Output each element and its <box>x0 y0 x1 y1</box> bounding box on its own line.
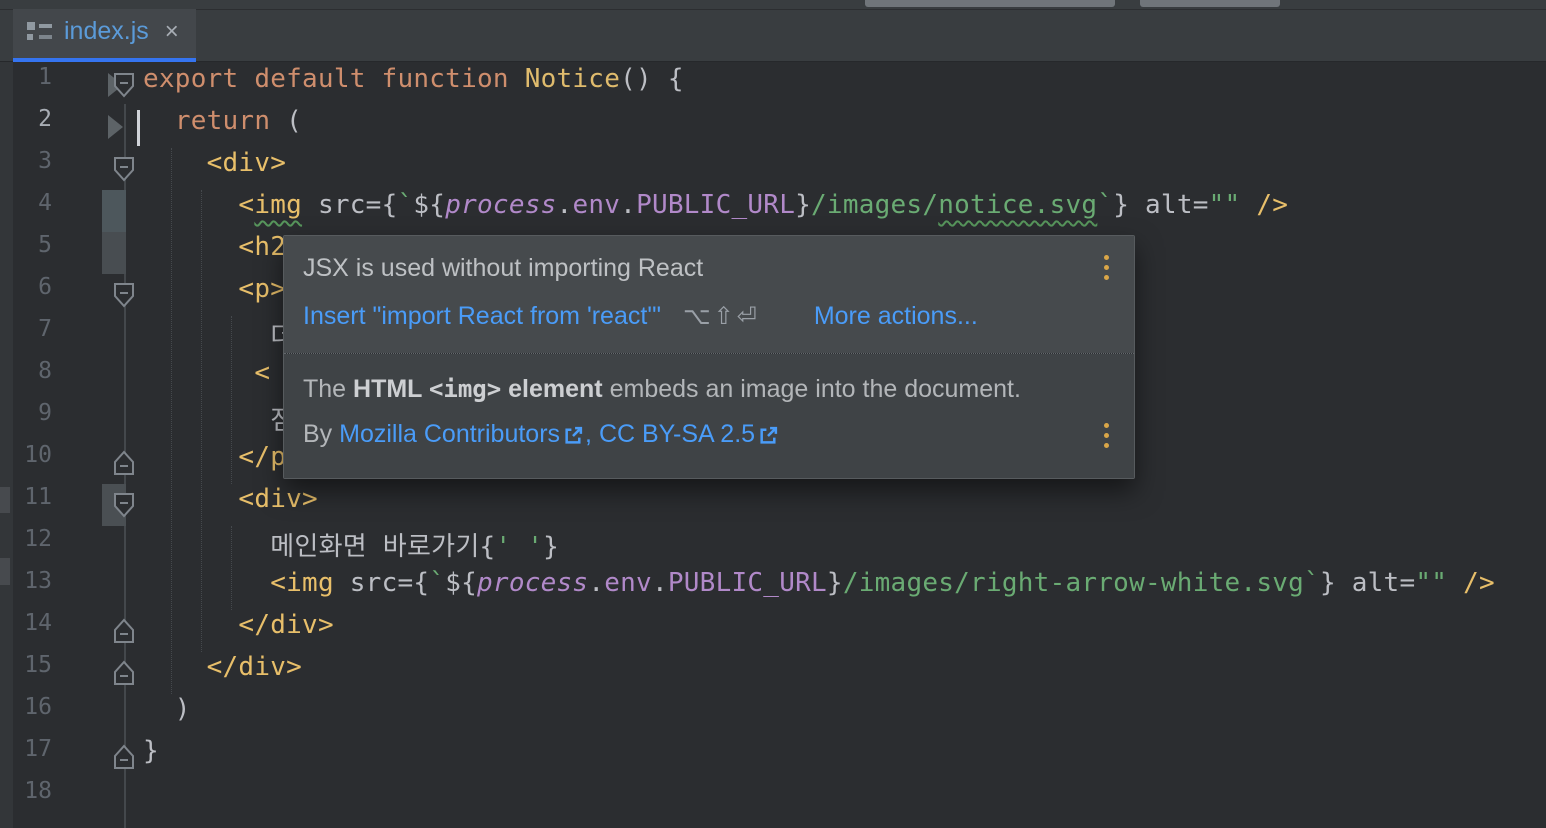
code-text[interactable]: 더 <box>143 316 294 358</box>
fold-start-icon[interactable] <box>111 281 137 309</box>
code-text[interactable]: </p <box>143 442 286 484</box>
fold-end-icon[interactable] <box>111 659 137 687</box>
ide-window: index.js × 1 export default function Noti… <box>0 0 1546 828</box>
code-line[interactable]: 4 <img src={`${process.env.PUBLIC_URL}/i… <box>0 190 1546 232</box>
code-line[interactable]: 17} <box>0 736 1546 778</box>
fold-start-icon[interactable] <box>111 71 137 99</box>
inspection-title: JSX is used without importing React <box>303 254 1114 283</box>
code-text[interactable]: return ( <box>143 106 302 148</box>
mozilla-contributors-link[interactable]: Mozilla Contributors <box>339 420 560 449</box>
js-file-icon <box>27 21 52 43</box>
quick-fix-link[interactable]: Insert "import React from 'react'" <box>303 302 661 331</box>
line-number[interactable]: 1 <box>0 64 52 106</box>
line-number[interactable]: 11 <box>0 484 52 526</box>
code-text[interactable]: <div> <box>143 148 286 190</box>
code-line[interactable]: 12 메인화면 바로가기{' '} <box>0 526 1546 568</box>
fold-end-icon[interactable] <box>111 743 137 771</box>
code-text[interactable]: </div> <box>143 610 334 652</box>
more-actions-link[interactable]: More actions... <box>814 302 978 331</box>
window-top-hairline <box>0 9 1546 10</box>
line-number[interactable]: 15 <box>0 652 52 694</box>
line-number[interactable]: 14 <box>0 610 52 652</box>
tab-index-js[interactable]: index.js × <box>13 9 196 62</box>
line-number[interactable]: 16 <box>0 694 52 736</box>
line-number[interactable]: 2 <box>0 106 52 148</box>
code-text[interactable]: export default function Notice() { <box>143 64 684 106</box>
code-text[interactable]: } <box>143 736 159 778</box>
code-text[interactable]: 메인화면 바로가기{' '} <box>143 526 559 568</box>
line-number[interactable]: 4 <box>0 190 52 232</box>
line-number[interactable]: 5 <box>0 232 52 274</box>
code-line[interactable]: 13 <img src={`${process.env.PUBLIC_URL}/… <box>0 568 1546 610</box>
tab-label: index.js <box>64 17 149 46</box>
code-line[interactable]: 11 <div> <box>0 484 1546 526</box>
inspection-doc-popup: JSX is used without importing React Inse… <box>283 235 1135 479</box>
code-text[interactable]: < <box>143 358 270 400</box>
doc-description: The HTML <img> element embeds an image i… <box>303 375 1114 404</box>
shortcut-hint: ⌥⇧⏎ <box>683 302 760 331</box>
fold-end-icon[interactable] <box>111 449 137 477</box>
tab-close-icon[interactable]: × <box>165 20 179 44</box>
cutoff-dialog-fragment <box>865 0 1115 7</box>
line-number[interactable]: 8 <box>0 358 52 400</box>
line-number[interactable]: 12 <box>0 526 52 568</box>
inspection-section: JSX is used without importing React Inse… <box>284 236 1134 353</box>
line-number[interactable]: 18 <box>0 778 52 820</box>
code-text[interactable]: ) <box>143 694 191 736</box>
code-text[interactable]: <div> <box>143 484 318 526</box>
fold-end-icon[interactable] <box>111 617 137 645</box>
line-number[interactable]: 10 <box>0 442 52 484</box>
line-number[interactable]: 9 <box>0 400 52 442</box>
line-number[interactable]: 13 <box>0 568 52 610</box>
external-link-icon[interactable] <box>758 425 779 446</box>
line-number[interactable]: 7 <box>0 316 52 358</box>
code-text[interactable]: </div> <box>143 652 302 694</box>
fold-start-icon[interactable] <box>111 155 137 183</box>
line-number[interactable]: 3 <box>0 148 52 190</box>
code-line[interactable]: 14 </div> <box>0 610 1546 652</box>
license-link[interactable]: CC BY-SA 2.5 <box>599 420 755 449</box>
kebab-menu-icon[interactable] <box>1101 420 1112 451</box>
gutter-arrow-icon <box>108 115 123 139</box>
code-line[interactable]: 18 <box>0 778 1546 820</box>
code-text[interactable]: <h2 <box>143 232 286 274</box>
attribution-prefix: By <box>303 420 339 449</box>
external-link-icon[interactable] <box>563 425 584 446</box>
code-line[interactable]: 15 </div> <box>0 652 1546 694</box>
code-text[interactable]: <img src={`${process.env.PUBLIC_URL}/ima… <box>143 190 1288 232</box>
attribution-separator: , <box>585 420 599 449</box>
line-number[interactable]: 6 <box>0 274 52 316</box>
code-text[interactable]: <img src={`${process.env.PUBLIC_URL}/ima… <box>143 568 1495 610</box>
code-line[interactable]: 2 return ( <box>0 106 1546 148</box>
editor-tab-bar: index.js × <box>0 0 1546 62</box>
cutoff-dialog-fragment <box>1140 0 1280 7</box>
code-text[interactable]: 점 <box>143 400 294 442</box>
documentation-section: The HTML <img> element embeds an image i… <box>284 354 1134 479</box>
line-number[interactable]: 17 <box>0 736 52 778</box>
code-line[interactable]: 1 export default function Notice() { <box>0 64 1546 106</box>
code-line[interactable]: 3 <div> <box>0 148 1546 190</box>
code-text[interactable]: <p> <box>143 274 286 316</box>
kebab-menu-icon[interactable] <box>1101 252 1112 283</box>
fold-start-icon[interactable] <box>111 491 137 519</box>
text-caret <box>137 110 140 146</box>
doc-attribution: By Mozilla Contributors , CC BY-SA 2.5 <box>303 420 780 449</box>
code-line[interactable]: 16 ) <box>0 694 1546 736</box>
